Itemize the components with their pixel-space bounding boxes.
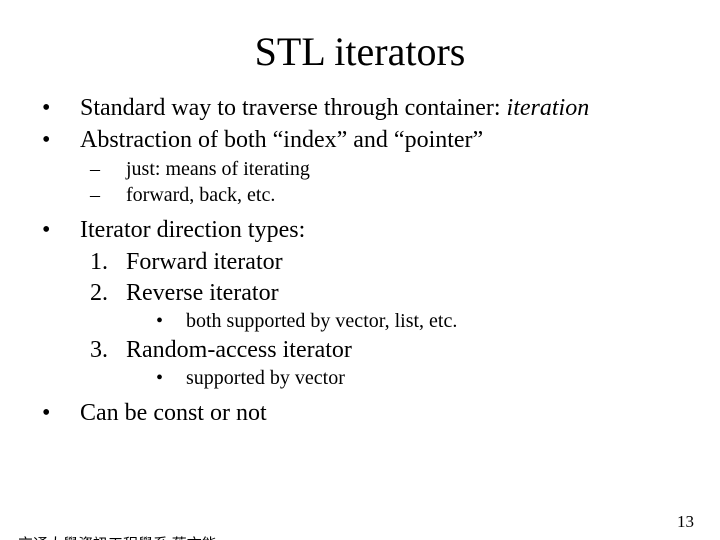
bullet-text: Standard way to traverse through contain…	[80, 93, 589, 123]
bullet-text: supported by vector	[186, 366, 345, 391]
slide-body: • Standard way to traverse through conta…	[0, 93, 720, 428]
subbullet-item: – forward, back, etc.	[38, 183, 690, 208]
bullet-marker: •	[38, 93, 80, 123]
numbered-item: 1. Forward iterator	[38, 247, 690, 277]
bullet-item: • Can be const or not	[38, 398, 690, 428]
bullet-item: • Standard way to traverse through conta…	[38, 93, 690, 123]
bullet-text: Reverse iterator	[126, 278, 279, 308]
slide: STL iterators • Standard way to traverse…	[0, 28, 720, 540]
bullet-marker: 2.	[90, 278, 126, 308]
text-part: Standard way to traverse through contain…	[80, 95, 507, 121]
bullet-marker: –	[90, 183, 126, 208]
bullet-item: • Iterator direction types:	[38, 215, 690, 245]
bullet-text: Forward iterator	[126, 247, 283, 277]
bullet-text: just: means of iterating	[126, 157, 310, 182]
subbullet-item: – just: means of iterating	[38, 157, 690, 182]
subsubbullet-item: • both supported by vector, list, etc.	[38, 309, 690, 334]
bullet-text: forward, back, etc.	[126, 183, 275, 208]
numbered-item: 3. Random-access iterator	[38, 335, 690, 365]
bullet-marker: •	[156, 366, 186, 391]
text-italic: iteration	[507, 95, 590, 121]
bullet-marker: 3.	[90, 335, 126, 365]
bullet-marker: –	[90, 157, 126, 182]
subsubbullet-item: • supported by vector	[38, 366, 690, 391]
page-number: 13	[677, 512, 694, 532]
footer-text: 交通大學資訊工程學系 蔡文能	[18, 533, 217, 540]
slide-title: STL iterators	[0, 28, 720, 75]
bullet-text: Iterator direction types:	[80, 215, 305, 245]
bullet-marker: •	[156, 309, 186, 334]
bullet-marker: •	[38, 398, 80, 428]
bullet-text: Abstraction of both “index” and “pointer…	[80, 125, 483, 155]
bullet-marker: 1.	[90, 247, 126, 277]
bullet-item: • Abstraction of both “index” and “point…	[38, 125, 690, 155]
bullet-marker: •	[38, 215, 80, 245]
numbered-item: 2. Reverse iterator	[38, 278, 690, 308]
bullet-text: both supported by vector, list, etc.	[186, 309, 457, 334]
bullet-text: Can be const or not	[80, 398, 267, 428]
bullet-text: Random-access iterator	[126, 335, 352, 365]
bullet-marker: •	[38, 125, 80, 155]
